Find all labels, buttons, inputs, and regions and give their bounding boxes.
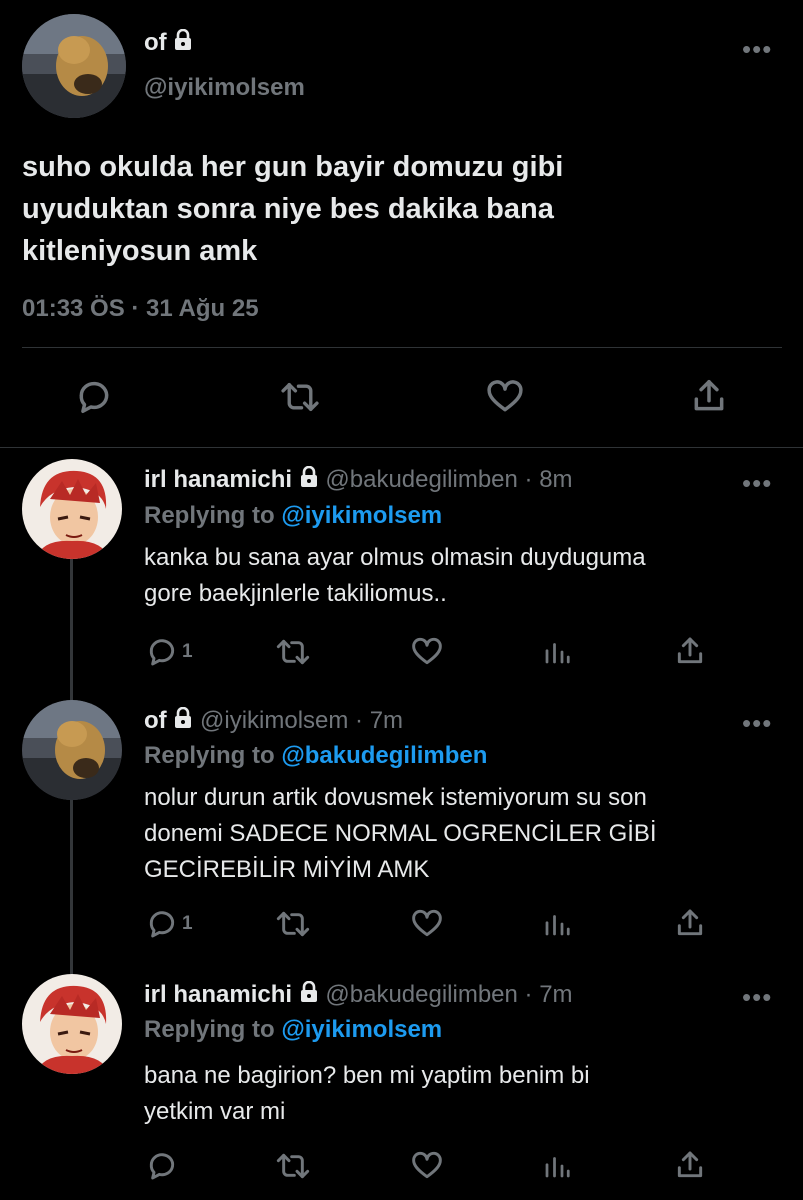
tweet-text-line: suho okulda her gun bayir domuzu gibi [22,151,564,183]
more-dots-icon[interactable]: ••• [742,470,772,496]
reply-text: kanka bu sana ayar olmus olmasin duydugu… [144,540,784,612]
retweet-button[interactable] [280,378,320,416]
reply-text: nolur durun artik dovusmek istemiyorum s… [144,780,784,888]
retweet-icon [276,1153,310,1179]
reply-text-line: donemi SADECE NORMAL OGRENCİLER GİBİ [144,820,657,847]
analytics-icon [545,915,570,936]
retweet-button[interactable] [275,636,311,668]
lock-icon [173,28,193,58]
replying-label: Replying to [144,1016,275,1043]
replying-label: Replying to [144,502,275,529]
share-icon [677,637,703,664]
replying-to-link[interactable]: @bakudegilimben [281,742,487,769]
handle[interactable]: @iyikimolsem [144,74,305,102]
like-button[interactable] [410,908,444,940]
reply-button[interactable]: 1 [146,908,193,940]
replying-to-link[interactable]: @iyikimolsem [281,502,442,529]
reply-text-line: nolur durun artik dovusmek istemiyorum s… [144,784,647,811]
thread-line [70,782,73,974]
replying-to: Replying to @iyikimolsem [144,502,442,530]
reply-text: bana ne bagirion? ben mi yaptim benim bi… [144,1058,784,1130]
reply-header: irl hanamichi @bakudegilimben · 8m [144,465,573,495]
more-dots-icon[interactable]: ••• [742,36,772,62]
tweet-text: suho okulda her gun bayir domuzu gibi uy… [22,146,782,272]
reply-icon [149,639,175,666]
share-icon [677,909,703,936]
display-name[interactable]: of [144,707,167,734]
handle[interactable]: @bakudegilimben [325,466,517,493]
reply-count: 1 [182,641,193,662]
like-button[interactable] [410,636,444,668]
share-icon [694,380,724,411]
share-button[interactable] [674,1148,706,1182]
reply-button[interactable] [75,378,113,416]
display-name[interactable]: irl hanamichi [144,466,292,493]
retweet-button[interactable] [275,908,311,940]
monkey-avatar-image [22,700,122,800]
avatar[interactable] [22,974,122,1074]
tweet-text-line: kitleniyosun amk [22,235,258,267]
anime-avatar-image [22,459,122,559]
reply-time[interactable]: · 7m [348,707,403,734]
reply-time[interactable]: · 7m [518,981,573,1008]
reply-button[interactable] [146,1150,182,1182]
more-dots-icon[interactable]: ••• [742,984,772,1010]
retweet-icon [281,383,319,411]
share-button[interactable] [674,906,706,940]
analytics-button[interactable] [542,908,572,940]
retweet-button[interactable] [275,1150,311,1182]
heart-icon [412,909,442,937]
timestamp[interactable]: 01:33 ÖS · 31 Ağu 25 [22,295,259,323]
replying-to-link[interactable]: @iyikimolsem [281,1016,442,1043]
avatar[interactable] [22,700,122,800]
lock-icon [299,980,319,1010]
reply-text-line: bana ne bagirion? ben mi yaptim benim bi [144,1062,590,1089]
share-button[interactable] [674,634,706,668]
display-name[interactable]: irl hanamichi [144,981,292,1008]
heart-icon [412,637,442,665]
analytics-button[interactable] [542,636,572,668]
thread-line [70,542,73,700]
reply-header: irl hanamichi @bakudegilimben · 7m [144,980,573,1010]
lock-icon [299,465,319,495]
divider [22,347,782,348]
tweet-text-line: uyuduktan sonra niye bes dakika bana [22,193,554,225]
replying-label: Replying to [144,742,275,769]
avatar[interactable] [22,14,126,118]
reply-text-line: kanka bu sana ayar olmus olmasin duydugu… [144,544,646,571]
heart-icon [412,1151,442,1179]
reply-text-line: yetkim var mi [144,1098,286,1125]
share-icon [677,1151,703,1178]
reply-time[interactable]: · 8m [518,466,573,493]
reply-text-line: GECİREBİLİR MİYİM AMK [144,856,430,883]
anime-avatar-image [22,974,122,1074]
avatar[interactable] [22,459,122,559]
monkey-avatar-image [22,14,126,118]
share-button[interactable] [690,376,728,416]
replying-to: Replying to @bakudegilimben [144,742,487,770]
reply-icon [149,1153,175,1180]
analytics-icon [545,643,570,664]
reply-icon [79,381,109,413]
like-button[interactable] [410,1150,444,1182]
reply-text-line: gore baekjinlerle takiliomus.. [144,580,447,607]
reply-header: of @iyikimolsem · 7m [144,706,403,736]
display-name[interactable]: of [144,29,167,56]
analytics-icon [545,1157,570,1178]
lock-icon [173,706,193,736]
handle[interactable]: @bakudegilimben [325,981,517,1008]
reply-count: 1 [182,913,193,934]
retweet-icon [276,911,310,937]
heart-icon [487,380,523,412]
reply-icon [149,911,175,938]
replying-to: Replying to @iyikimolsem [144,1016,442,1044]
more-dots-icon[interactable]: ••• [742,710,772,736]
like-button[interactable] [485,378,525,416]
handle[interactable]: @iyikimolsem [200,707,348,734]
analytics-button[interactable] [542,1150,572,1182]
reply-button[interactable]: 1 [146,636,193,668]
divider [0,447,803,448]
retweet-icon [276,639,310,665]
